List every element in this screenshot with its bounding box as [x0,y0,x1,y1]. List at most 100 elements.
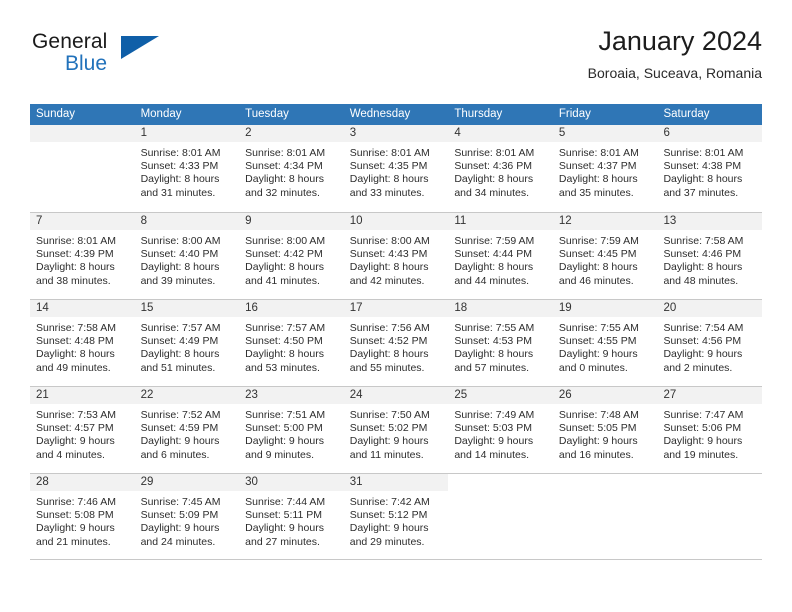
sunrise-text: Sunrise: 8:01 AM [140,147,221,159]
calendar-day-cell[interactable]: 8 Sunrise: 8:00 AM Sunset: 4:40 PM Daylight… [134,213,240,299]
daylight-text-line2: and 41 minutes. [245,274,320,287]
calendar-day-cell[interactable]: 20 Sunrise: 7:54 AM Sunset: 4:56 PM Dayligh… [657,300,763,386]
day-details: Sunrise: 7:55 AM Sunset: 4:55 PM Daylight:… [553,317,658,375]
calendar-day-cell[interactable]: 25 Sunrise: 7:49 AM Sunset: 5:03 PM Dayligh… [448,387,553,473]
daylight-text-line1: Daylight: 8 hours [349,261,429,274]
calendar-day-cell[interactable]: 3 Sunrise: 8:01 AM Sunset: 4:35 PM Daylight… [343,125,449,212]
day-details: Sunrise: 8:01 AM Sunset: 4:39 PM Daylight:… [30,230,135,288]
sunrise-text: Sunrise: 7:59 AM [454,235,535,247]
sunrise-text: Sunrise: 8:01 AM [558,147,639,159]
sunrise-text: Sunrise: 7:46 AM [36,496,116,508]
day-number: 9 [239,213,344,230]
calendar-day-cell[interactable]: 30 Sunrise: 7:44 AM Sunset: 5:11 PM Dayligh… [239,474,344,559]
day-number: 15 [134,300,240,317]
day-details: Sunrise: 7:54 AM Sunset: 4:56 PM Daylight:… [657,317,762,375]
daylight-text-line1: Daylight: 9 hours [663,348,743,361]
day-details: Sunrise: 7:52 AM Sunset: 4:59 PM Daylight:… [135,404,240,462]
sunset-text: Sunset: 4:48 PM [36,335,114,348]
calendar-day-cell[interactable]: 2 Sunrise: 8:01 AM Sunset: 4:34 PM Daylight… [239,125,344,212]
daylight-text-line2: and 37 minutes. [663,186,739,199]
daylight-text-line1: Daylight: 9 hours [349,522,429,535]
day-details: Sunrise: 7:59 AM Sunset: 4:44 PM Daylight:… [448,230,553,288]
day-number: 14 [30,300,135,317]
day-details: Sunrise: 8:01 AM Sunset: 4:34 PM Daylight:… [239,142,344,200]
sunset-text: Sunset: 5:12 PM [349,509,428,522]
sunrise-text: Sunrise: 8:01 AM [454,147,535,159]
daylight-text-line2: and 21 minutes. [36,535,111,548]
sunrise-text: Sunrise: 8:00 AM [245,235,326,247]
sunrise-text: Sunrise: 7:57 AM [140,322,221,334]
sunrise-text: Sunrise: 7:59 AM [558,235,639,247]
calendar-day-cell[interactable]: 31 Sunrise: 7:42 AM Sunset: 5:12 PM Dayligh… [343,474,449,559]
calendar-day-cell[interactable]: 23 Sunrise: 7:51 AM Sunset: 5:00 PM Dayligh… [239,387,344,473]
daylight-text-line1: Daylight: 8 hours [349,173,429,186]
sunrise-text: Sunrise: 7:48 AM [558,409,639,421]
sunset-text: Sunset: 4:56 PM [663,335,742,348]
sunrise-text: Sunrise: 8:00 AM [349,235,430,247]
calendar-day-cell[interactable]: 17 Sunrise: 7:56 AM Sunset: 4:52 PM Dayligh… [343,300,449,386]
calendar-day-cell[interactable]: 4 Sunrise: 8:01 AM Sunset: 4:36 PM Daylight… [448,125,553,212]
daylight-text-line1: Daylight: 8 hours [454,261,534,274]
daylight-text-line2: and 42 minutes. [349,274,425,287]
day-number: 4 [448,125,553,142]
calendar-day-cell[interactable]: 18 Sunrise: 7:55 AM Sunset: 4:53 PM Dayligh… [448,300,553,386]
day-details: Sunrise: 8:00 AM Sunset: 4:40 PM Daylight:… [135,230,240,288]
sunset-text: Sunset: 5:05 PM [558,422,637,435]
sunrise-text: Sunrise: 7:55 AM [558,322,639,334]
day-details: Sunrise: 7:51 AM Sunset: 5:00 PM Daylight:… [239,404,344,462]
daylight-text-line1: Daylight: 8 hours [454,173,534,186]
sunset-text: Sunset: 5:03 PM [454,422,532,435]
day-details: Sunrise: 8:01 AM Sunset: 4:38 PM Daylight:… [657,142,762,200]
calendar-day-cell[interactable]: 5 Sunrise: 8:01 AM Sunset: 4:37 PM Daylight… [552,125,658,212]
calendar-day-cell[interactable]: 24 Sunrise: 7:50 AM Sunset: 5:02 PM Dayligh… [343,387,449,473]
day-number: 21 [30,387,135,404]
day-details: Sunrise: 7:46 AM Sunset: 5:08 PM Daylight:… [30,491,135,549]
daylight-text-line1: Daylight: 8 hours [36,348,115,361]
general-blue-logo[interactable]: General Blue [32,30,232,88]
calendar-day-cell[interactable]: 10 Sunrise: 8:00 AM Sunset: 4:43 PM Dayligh… [343,213,449,299]
sunrise-text: Sunrise: 8:01 AM [245,147,326,159]
day-number: 2 [239,125,344,142]
calendar-day-cell[interactable]: 1 Sunrise: 8:01 AM Sunset: 4:33 PM Daylight… [134,125,240,212]
sunrise-text: Sunrise: 8:01 AM [36,235,116,247]
day-number: 24 [343,387,449,404]
calendar-day-cell[interactable]: 16 Sunrise: 7:57 AM Sunset: 4:50 PM Dayligh… [239,300,344,386]
day-number: 29 [134,474,240,491]
calendar-day-cell[interactable]: 12 Sunrise: 7:59 AM Sunset: 4:45 PM Dayligh… [552,213,658,299]
calendar-day-cell[interactable]: 21 Sunrise: 7:53 AM Sunset: 4:57 PM Dayligh… [30,387,135,473]
calendar-day-cell[interactable]: 6 Sunrise: 8:01 AM Sunset: 4:38 PM Daylight… [657,125,763,212]
day-number: 25 [448,387,553,404]
calendar-day-cell[interactable]: 28 Sunrise: 7:46 AM Sunset: 5:08 PM Dayligh… [30,474,135,559]
daylight-text-line2: and 57 minutes. [454,361,530,374]
calendar-day-cell[interactable]: 9 Sunrise: 8:00 AM Sunset: 4:42 PM Daylight… [239,213,344,299]
daylight-text-line1: Daylight: 8 hours [245,348,324,361]
daylight-text-line2: and 14 minutes. [454,448,530,461]
calendar-day-cell[interactable]: 27 Sunrise: 7:47 AM Sunset: 5:06 PM Dayligh… [657,387,763,473]
calendar-day-cell[interactable]: 15 Sunrise: 7:57 AM Sunset: 4:49 PM Dayligh… [134,300,240,386]
calendar-day-cell[interactable]: 7 Sunrise: 8:01 AM Sunset: 4:39 PM Daylight… [30,213,135,299]
calendar-day-cell[interactable]: 29 Sunrise: 7:45 AM Sunset: 5:09 PM Dayligh… [134,474,240,559]
sunset-text: Sunset: 4:57 PM [36,422,114,435]
daylight-text-line2: and 11 minutes. [349,448,424,461]
day-number: 8 [134,213,240,230]
sunrise-text: Sunrise: 7:50 AM [349,409,430,421]
sunrise-text: Sunrise: 7:49 AM [454,409,535,421]
page-title: January 2024 [598,26,762,56]
calendar-day-cell[interactable]: 14 Sunrise: 7:58 AM Sunset: 4:48 PM Dayligh… [30,300,135,386]
daylight-text-line1: Daylight: 8 hours [349,348,429,361]
day-details: Sunrise: 7:47 AM Sunset: 5:06 PM Daylight:… [657,404,762,462]
calendar-day-cell[interactable]: 22 Sunrise: 7:52 AM Sunset: 4:59 PM Dayligh… [134,387,240,473]
daylight-text-line1: Daylight: 9 hours [245,435,324,448]
calendar-day-cell[interactable]: 26 Sunrise: 7:48 AM Sunset: 5:05 PM Dayligh… [552,387,658,473]
sunset-text: Sunset: 5:00 PM [245,422,323,435]
sunrise-text: Sunrise: 7:47 AM [663,409,744,421]
sunrise-text: Sunrise: 8:01 AM [663,147,744,159]
location-subtitle: Boroaia, Suceava, Romania [587,65,762,81]
logo-text-blue: Blue [65,52,108,75]
calendar-day-cell[interactable]: 19 Sunrise: 7:55 AM Sunset: 4:55 PM Dayligh… [552,300,658,386]
sunset-text: Sunset: 4:46 PM [663,248,742,261]
calendar-day-cell[interactable]: 13 Sunrise: 7:58 AM Sunset: 4:46 PM Dayligh… [657,213,763,299]
calendar-day-cell[interactable]: 11 Sunrise: 7:59 AM Sunset: 4:44 PM Dayligh… [448,213,553,299]
sunset-text: Sunset: 4:45 PM [558,248,637,261]
daylight-text-line1: Daylight: 9 hours [349,435,429,448]
